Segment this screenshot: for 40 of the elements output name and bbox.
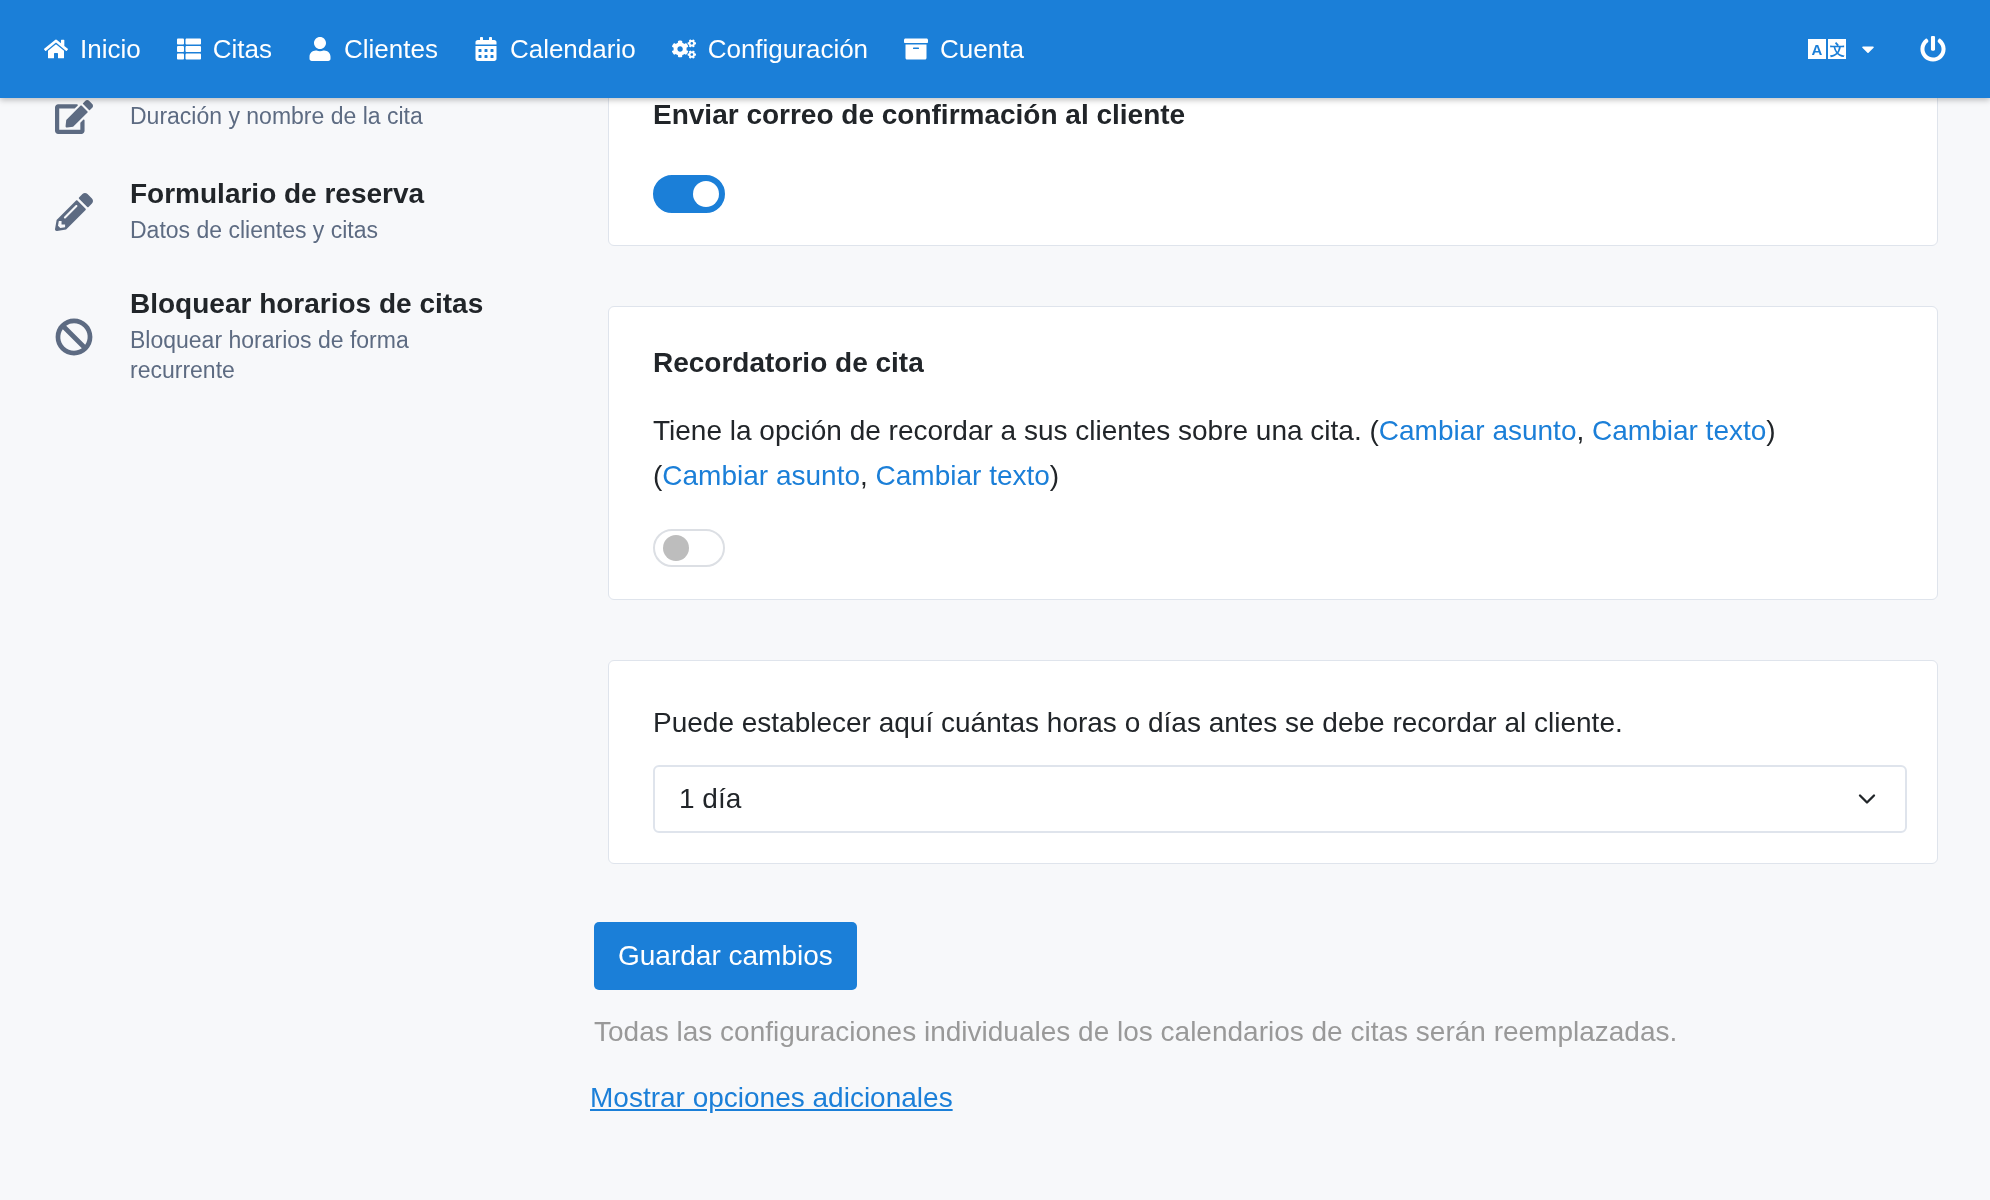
- archive-icon: [904, 37, 929, 61]
- letter-tile: 文: [1828, 39, 1846, 59]
- nav-link[interactable]: Clientes: [307, 27, 438, 71]
- sidebar-item-title: Bloquear horarios de citas: [130, 287, 484, 320]
- save-note: Todas las configuraciones individuales de los calendarios de citas serán reemplazadas.: [594, 1016, 1679, 1049]
- text-link[interactable]: Cambiar asunto: [662, 459, 860, 491]
- pencil-icon: [55, 192, 93, 231]
- card-title: Recordatorio de cita: [653, 347, 925, 379]
- sidebar-item-subtitle: Duración y nombre de la cita: [130, 102, 424, 132]
- nav-link[interactable]: Citas: [176, 27, 272, 71]
- user-icon: [307, 37, 332, 61]
- save-button[interactable]: Guardar cambios: [594, 922, 857, 991]
- sidebar-item[interactable]: Duración y nombre de la cita: [54, 98, 544, 136]
- power-icon: [1920, 36, 1946, 62]
- reminder-time-select[interactable]: 1 día: [653, 765, 1907, 834]
- text-link[interactable]: Cambiar texto: [875, 459, 1050, 491]
- sidebar-item-subtitle: Datos de clientes y citas: [130, 216, 379, 245]
- more-options-link[interactable]: Mostrar opciones adicionales: [590, 1082, 953, 1115]
- letter-tile: A: [1808, 39, 1826, 59]
- nav-link[interactable]: Configuración: [671, 27, 869, 71]
- list-icon: [176, 37, 201, 61]
- nav-link[interactable]: Inicio: [44, 27, 141, 71]
- card-title: Enviar correo de confirmación al cliente: [653, 99, 1187, 131]
- nav-link[interactable]: Cuenta: [904, 27, 1024, 71]
- sidebar-item-title: Formulario de reserva: [130, 178, 426, 210]
- calendar-icon: [473, 37, 498, 61]
- home-icon: [44, 37, 68, 61]
- ban-icon: [55, 317, 93, 356]
- reminder-description: Tiene la opción de recordar a sus clientes sobre una cita. (Cambiar asunto, Cambiar texto) (Cambiar asunto, Cambiar texto): [653, 414, 1777, 493]
- sidebar-item[interactable]: Formulario de reserva Datos de clientes y citas: [54, 178, 544, 246]
- sidebar-item[interactable]: Bloquear horarios de citas Bloquear horarios de forma recurrente: [54, 287, 544, 386]
- timing-label: Puede establecer aquí cuántas horas o días antes se debe recordar al cliente.: [653, 705, 1624, 740]
- sidebar-item-subtitle: Bloquear horarios de forma recurrente: [130, 325, 410, 385]
- pencil-icon: [55, 98, 93, 136]
- gears-icon: [671, 37, 696, 61]
- toggle-switch[interactable]: [653, 175, 725, 213]
- text-link[interactable]: Cambiar asunto: [1378, 415, 1577, 446]
- language-dropdown[interactable]: A 文: [1804, 35, 1882, 63]
- text-link[interactable]: Cambiar texto: [1592, 415, 1767, 446]
- nav-link[interactable]: Calendario: [473, 27, 636, 71]
